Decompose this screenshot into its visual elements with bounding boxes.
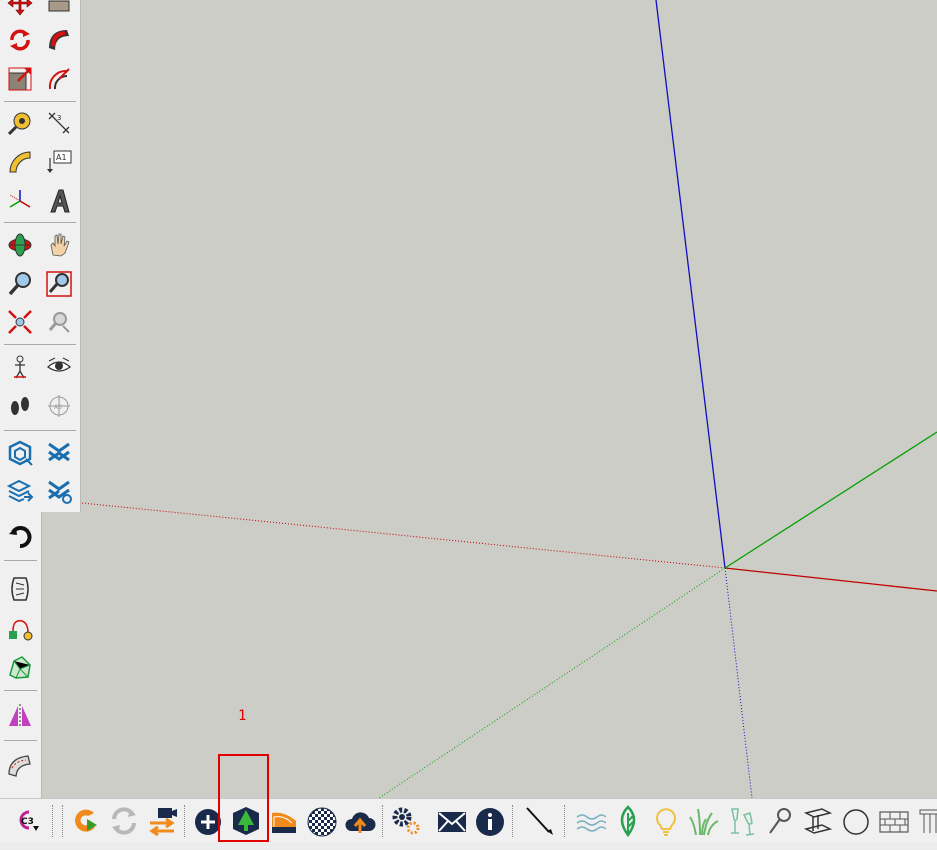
protractor-icon[interactable] [3,145,37,179]
column-icon[interactable] [914,802,937,840]
water-icon[interactable] [572,802,608,840]
pushpull-icon[interactable] [42,0,76,20]
separator [4,560,37,561]
separator [62,805,63,837]
svg-text:A3: A3 [54,404,62,411]
enscape-sync-icon[interactable] [106,802,142,840]
leaf-icon[interactable] [610,802,646,840]
beam-icon[interactable] [800,802,836,840]
arc-tool-icon[interactable] [3,519,37,553]
annotation-highlight-box [218,754,269,842]
terrain-icon[interactable] [3,650,37,684]
axes-icon[interactable] [3,184,37,218]
light-bulb-icon[interactable] [648,802,684,840]
red-axis-negative [82,502,726,569]
blue-axis-positive [655,0,726,569]
bend-icon[interactable] [3,749,37,783]
modeling-viewport[interactable] [82,0,937,798]
sandbox-icon-1[interactable] [3,436,37,470]
extension-toolbar-vertical [0,512,42,800]
pan-icon[interactable] [42,228,76,262]
shape-bender-icon[interactable] [3,572,37,606]
followme-icon[interactable] [42,23,76,57]
text-icon[interactable]: A1 [42,145,76,179]
separator [4,101,76,102]
saber-tool-icon[interactable] [522,802,558,840]
brick-icon[interactable] [876,802,912,840]
separator [4,690,37,691]
separator [4,740,37,741]
green-axis-negative [378,567,726,798]
feedback-mail-icon[interactable] [434,802,470,840]
separator [564,805,565,837]
separator [4,222,76,223]
separator [4,430,76,431]
enscape-capture-icon[interactable] [144,802,180,840]
sandbox-icon-4[interactable] [42,474,76,508]
offset-icon[interactable] [42,62,76,96]
settings-icon[interactable] [388,802,424,840]
texture-checker-icon[interactable] [304,802,340,840]
axes-drawing [82,0,937,798]
material-icon[interactable] [266,802,302,840]
section-plane-icon[interactable]: A3 [42,389,76,423]
walk-icon[interactable] [3,389,37,423]
svg-text:3: 3 [57,114,61,122]
svg-text:A1: A1 [56,153,67,162]
sphere-icon[interactable] [838,802,874,840]
large-tool-set: 3 A1 A3 [0,0,81,512]
separator [512,805,513,837]
status-bar [0,842,937,850]
grass-icon[interactable] [686,802,722,840]
mirror-icon[interactable] [3,699,37,733]
look-around-icon[interactable] [42,350,76,384]
glasses-icon[interactable] [724,802,760,840]
annotation-label: 1 [238,708,247,724]
separator [184,805,185,837]
green-axis-positive [724,431,937,569]
zoom-extents-icon[interactable] [3,305,37,339]
red-axis-positive [724,567,937,592]
bottom-toolbar: C3 [0,798,937,843]
connect-icon[interactable] [3,612,37,646]
dimension-icon[interactable]: 3 [42,106,76,140]
scale-icon[interactable] [3,62,37,96]
sandbox-icon-2[interactable] [42,436,76,470]
3d-text-icon[interactable] [42,184,76,218]
separator [52,805,53,837]
upload-icon[interactable] [342,802,378,840]
rotate-icon[interactable] [3,23,37,57]
extension-icon-c3[interactable]: C3 [8,802,44,840]
separator [382,805,383,837]
move-icon[interactable] [3,0,37,20]
enscape-start-icon[interactable] [68,802,104,840]
blue-axis-negative [724,567,753,798]
zoom-window-icon[interactable] [42,267,76,301]
zoom-icon[interactable] [3,267,37,301]
svg-text:C3: C3 [21,817,34,827]
pin-icon[interactable] [762,802,798,840]
previous-view-icon[interactable] [42,305,76,339]
separator [4,344,76,345]
sandbox-icon-3[interactable] [3,474,37,508]
orbit-icon[interactable] [3,228,37,262]
position-camera-icon[interactable] [3,350,37,384]
info-icon[interactable] [472,802,508,840]
tape-measure-icon[interactable] [3,106,37,140]
